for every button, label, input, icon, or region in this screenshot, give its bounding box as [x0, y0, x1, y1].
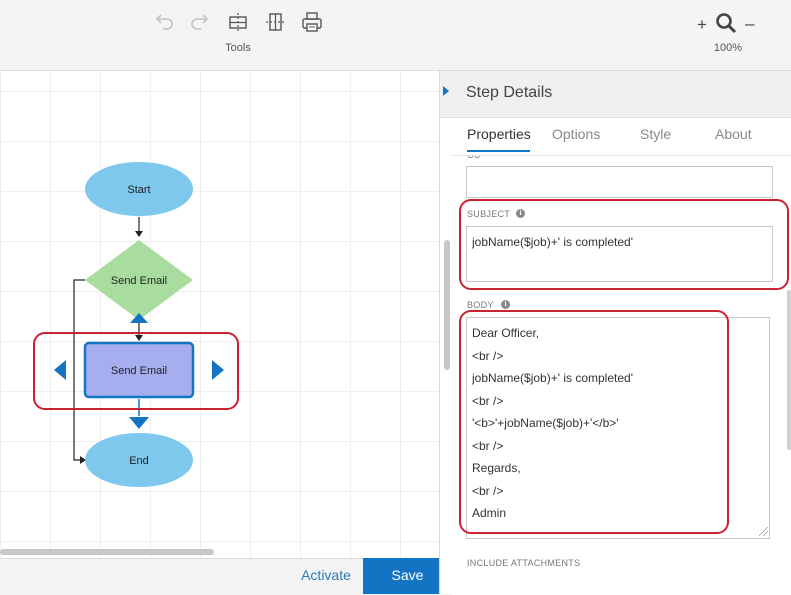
selected-node-highlight: [33, 332, 239, 410]
activate-button[interactable]: Activate: [292, 558, 360, 594]
body-label: BODY: [467, 300, 494, 310]
panel-scrollbar[interactable]: [787, 290, 791, 450]
split-horizontal-icon[interactable]: [226, 10, 250, 34]
cc-label: CC: [467, 156, 481, 160]
send-email-decision-label: Send Email: [111, 275, 167, 287]
connect-down-handle[interactable]: [129, 417, 149, 429]
start-node-label: Start: [127, 184, 150, 196]
zoom-out-button[interactable]: –: [745, 14, 754, 34]
panel-title: Step Details: [466, 84, 553, 101]
zoom-level: 100%: [713, 42, 743, 54]
cc-field[interactable]: [466, 166, 773, 198]
split-vertical-icon[interactable]: [263, 10, 287, 34]
print-icon[interactable]: [300, 10, 324, 34]
tools-label: Tools: [225, 42, 251, 54]
toolbar: [0, 0, 791, 71]
textarea-resize-handle[interactable]: [759, 527, 768, 536]
zoom-in-button[interactable]: +: [697, 15, 707, 35]
include-attachments-label: INCLUDE ATTACHMENTS: [467, 558, 581, 568]
tab-style[interactable]: Style: [640, 126, 671, 142]
subject-highlight: [459, 199, 789, 290]
connector-arrowhead: [135, 231, 143, 237]
canvas-vertical-scrollbar[interactable]: [444, 240, 450, 370]
panel-collapse-icon[interactable]: [443, 86, 449, 96]
redo-icon[interactable]: [188, 10, 212, 34]
end-node-label: End: [129, 455, 149, 467]
workflow-diagram: Start Send Email Send Email End: [54, 162, 224, 487]
tab-options[interactable]: Options: [552, 126, 600, 142]
active-tab-indicator: [467, 150, 530, 152]
canvas-horizontal-scrollbar[interactable]: [0, 549, 214, 555]
body-info-icon: i: [501, 300, 510, 309]
tab-about[interactable]: About: [715, 126, 752, 142]
tab-properties[interactable]: Properties: [467, 126, 531, 142]
undo-icon[interactable]: [152, 10, 176, 34]
body-highlight: [459, 310, 729, 534]
zoom-magnifier-icon[interactable]: [714, 11, 738, 35]
